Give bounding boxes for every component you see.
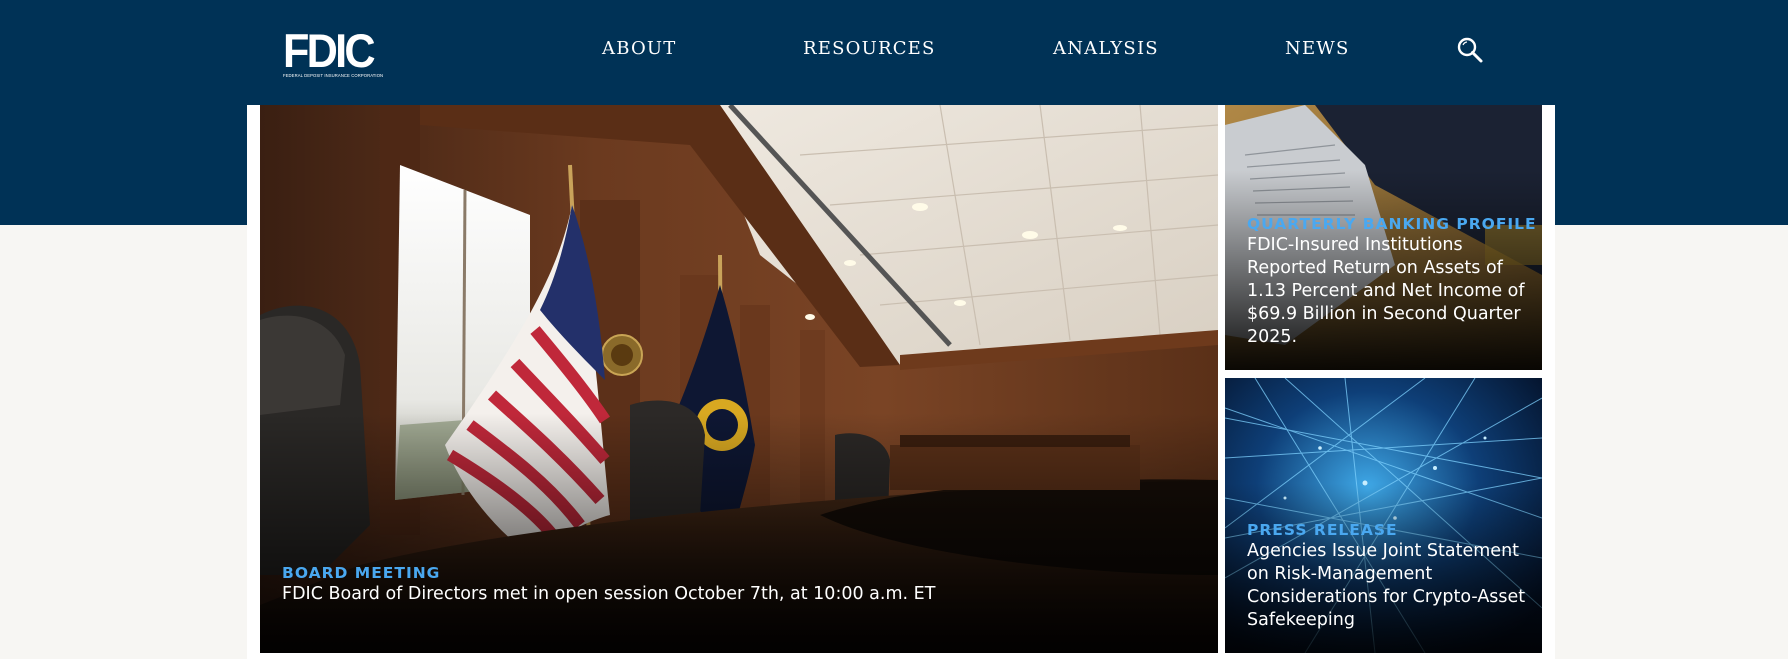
site-header: FDIC FEDERAL DEPOSIT INSURANCE CORPORATI… [0,0,1788,105]
board-meeting-card[interactable]: BOARD MEETING FDIC Board of Directors me… [260,105,1218,653]
main-kicker: BOARD MEETING [282,564,441,582]
nav-news[interactable]: NEWS [1285,38,1350,59]
press-release-card[interactable]: PRESS RELEASE Agencies Issue Joint State… [1225,378,1542,653]
press-release-caption: PRESS RELEASE Agencies Issue Joint State… [1247,521,1537,632]
search-icon[interactable] [1456,36,1484,64]
quarterly-banking-profile-card[interactable]: QUARTERLY BANKING PROFILE FDIC-Insured I… [1225,105,1542,370]
press-release-headline[interactable]: Agencies Issue Joint Statement on Risk-M… [1247,540,1537,632]
logo-wordmark: FDIC [283,24,376,77]
caption-gradient [260,413,1218,653]
nav-analysis[interactable]: ANALYSIS [1053,38,1159,59]
main-caption: BOARD MEETING FDIC Board of Directors me… [282,564,1182,606]
qbp-kicker: QUARTERLY BANKING PROFILE [1247,215,1537,233]
qbp-caption: QUARTERLY BANKING PROFILE FDIC-Insured I… [1247,215,1537,349]
nav-resources[interactable]: RESOURCES [803,38,936,59]
qbp-headline[interactable]: FDIC-Insured Institutions Reported Retur… [1247,234,1537,349]
fdic-logo[interactable]: FDIC FEDERAL DEPOSIT INSURANCE CORPORATI… [283,24,383,80]
press-release-kicker: PRESS RELEASE [1247,521,1398,539]
main-headline[interactable]: FDIC Board of Directors met in open sess… [282,583,1182,606]
nav-about[interactable]: ABOUT [602,38,677,59]
